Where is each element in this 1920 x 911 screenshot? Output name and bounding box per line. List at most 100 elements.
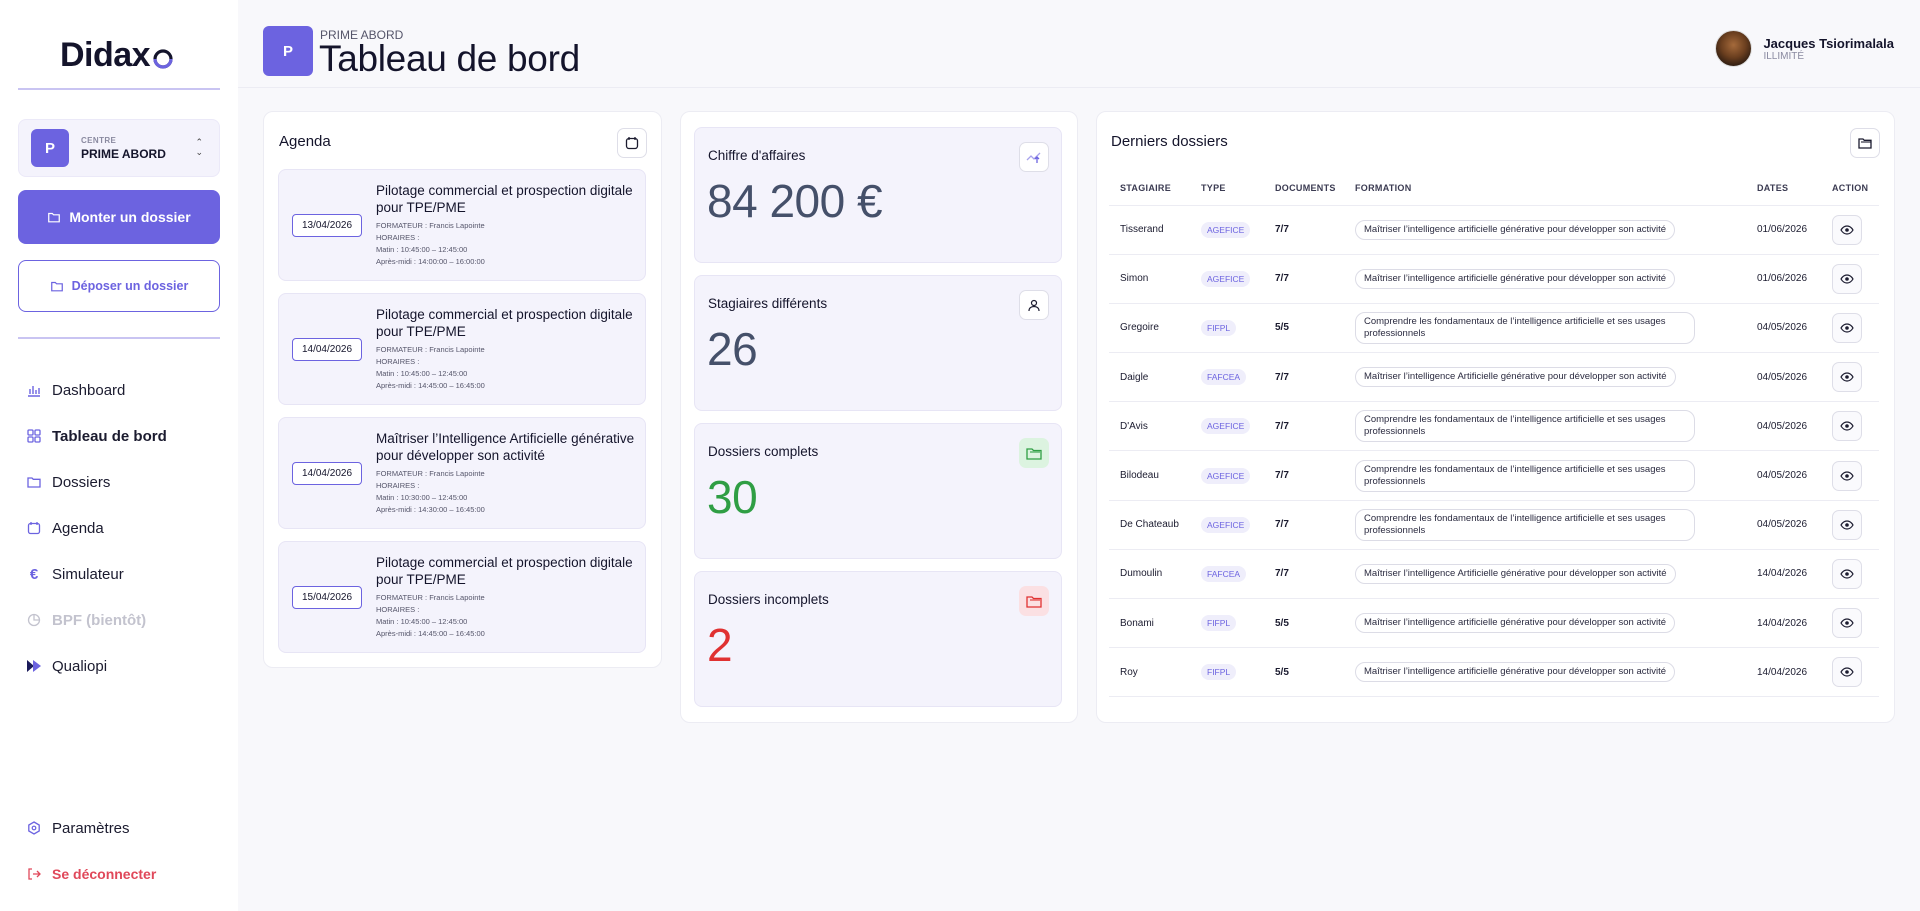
cell-documents: 7/7 [1264,352,1344,403]
agenda-event[interactable]: 15/04/2026 Pilotage commercial et prospe… [278,541,646,653]
type-badge: FIFPL [1201,664,1237,681]
monter-dossier-button[interactable]: Monter un dossier [18,190,220,244]
formation-pill: Maîtriser l’intelligence artificielle gé… [1355,268,1676,289]
folder-icon [26,474,42,490]
column-header[interactable]: DOCUMENTS [1264,172,1344,206]
event-hours-label: HORAIRES : [376,357,420,366]
view-button[interactable] [1832,411,1862,442]
brand-logo[interactable]: Didax [60,36,174,75]
kpi-label: Dossiers complets [708,444,819,459]
user-plan: ILLIMITÉ [1763,50,1805,62]
cell-stagiaire: Roy [1109,647,1190,698]
event-hours-label: HORAIRES : [376,605,420,614]
cell-date: 14/04/2026 [1746,549,1821,600]
view-button[interactable] [1832,362,1862,393]
bar-chart-icon [26,382,42,398]
formation-pill: Comprendre les fondamentaux de l’intelli… [1355,410,1695,443]
view-button[interactable] [1832,509,1862,540]
cell-stagiaire: Simon [1109,254,1190,304]
column-header[interactable]: TYPE [1190,172,1264,206]
view-button[interactable] [1832,460,1862,491]
cell-documents: 7/7 [1264,500,1344,550]
sidebar-item-parametres[interactable]: Paramètres [26,805,156,851]
table-row[interactable]: Simon AGEFICE 7/7 Maîtriser l’intelligen… [1109,254,1879,304]
sidebar-item-dossiers[interactable]: Dossiers [26,459,167,505]
table-row[interactable]: Tisserand AGEFICE 7/7 Maîtriser l’intell… [1109,205,1879,255]
view-button[interactable] [1832,214,1862,245]
view-button[interactable] [1832,558,1862,589]
deposer-dossier-button[interactable]: Déposer un dossier [18,260,220,312]
table-row[interactable]: Gregoire FIFPL 5/5 Comprendre les fondam… [1109,303,1879,354]
kpi-label: Stagiaires différents [708,296,828,311]
event-morning: Matin : 10:45:00 – 12:45:00 [376,369,468,378]
type-badge: AGEFICE [1201,467,1251,484]
sidebar-item-label: Tableau de bord [52,427,167,445]
cell-stagiaire: Dumoulin [1109,549,1190,600]
table-row[interactable]: Dumoulin FAFCEA 7/7 Maîtriser l’intellig… [1109,549,1879,600]
view-button[interactable] [1832,657,1862,688]
column-header[interactable]: FORMATION [1344,172,1746,206]
event-date: 14/04/2026 [292,338,362,361]
dossiers-folder-button[interactable] [1850,128,1880,158]
event-title: Maîtriser l’Intelligence Artificielle gé… [376,431,635,463]
logout-button[interactable]: Se déconnecter [26,851,156,897]
user-menu[interactable]: Jacques Tsiorimalala ILLIMITÉ [1715,30,1894,67]
cell-stagiaire: Tisserand [1109,205,1190,255]
event-date: 15/04/2026 [292,586,362,609]
sidebar-item-qualiopi[interactable]: Qualiopi [26,643,167,689]
formation-pill: Maîtriser l’intelligence Artificielle gé… [1355,563,1676,584]
cell-stagiaire: D'Avis [1109,401,1190,452]
type-badge: AGEFICE [1201,221,1251,238]
sidebar-item-label: Paramètres [52,819,130,837]
cell-documents: 7/7 [1264,254,1344,304]
folder-upload-icon [48,212,61,223]
event-morning: Matin : 10:30:00 – 12:45:00 [376,493,468,502]
trend-up-icon [1019,142,1049,172]
event-title: Pilotage commercial et prospection digit… [376,183,633,215]
table-row[interactable]: De Chateaub AGEFICE 7/7 Comprendre les f… [1109,500,1879,550]
header-avatar: P [263,26,313,76]
folder-check-icon [1019,438,1049,468]
agenda-panel: Agenda 13/04/2026 Pilotage commercial et… [263,111,662,668]
type-badge: AGEFICE [1201,270,1251,287]
sidebar-item-tableau-de-bord[interactable]: Tableau de bord [26,413,167,459]
calendar-icon [625,137,639,150]
table-row[interactable]: Roy FIFPL 5/5 Maîtriser l’intelligence a… [1109,647,1879,698]
eye-icon [1840,224,1854,235]
page-header: P PRIME ABORD Tableau de bord Jacques Ts… [238,0,1920,88]
sidebar-bottom-nav: Paramètres Se déconnecter [26,805,156,897]
cell-date: 14/04/2026 [1746,598,1821,649]
sidebar-item-simulateur[interactable]: € Simulateur [26,551,167,597]
centre-selector[interactable]: P CENTRE PRIME ABORD ⌃ ⌄ [18,119,220,177]
table-row[interactable]: Bilodeau AGEFICE 7/7 Comprendre les fond… [1109,450,1879,501]
sidebar-item-dashboard[interactable]: Dashboard [26,367,167,413]
column-header[interactable]: STAGIAIRE [1109,172,1190,206]
cell-date: 04/05/2026 [1746,500,1821,550]
agenda-event[interactable]: 14/04/2026 Pilotage commercial et prospe… [278,293,646,405]
folder-alert-icon [1019,586,1049,616]
cell-documents: 5/5 [1264,598,1344,649]
cell-date: 01/06/2026 [1746,205,1821,255]
sidebar-item-agenda[interactable]: Agenda [26,505,167,551]
column-header: ACTION [1821,172,1879,206]
table-header-row: STAGIAIRE TYPE DOCUMENTS FORMATION DATES… [1109,172,1879,206]
agenda-event[interactable]: 13/04/2026 Pilotage commercial et prospe… [278,169,646,281]
view-button[interactable] [1832,608,1862,639]
cell-date: 04/05/2026 [1746,401,1821,452]
eye-icon [1840,372,1854,382]
cell-date: 14/04/2026 [1746,647,1821,698]
view-button[interactable] [1832,263,1862,294]
view-button[interactable] [1832,312,1862,343]
table-row[interactable]: D'Avis AGEFICE 7/7 Comprendre les fondam… [1109,401,1879,452]
table-row[interactable]: Bonami FIFPL 5/5 Maîtriser l’intelligenc… [1109,598,1879,649]
agenda-calendar-button[interactable] [617,128,647,158]
table-row[interactable]: Daigle FAFCEA 7/7 Maîtriser l’intelligen… [1109,352,1879,403]
cell-stagiaire: Bonami [1109,598,1190,649]
sidebar-divider [18,337,220,339]
column-header[interactable]: DATES [1746,172,1821,206]
sidebar: Didax P CENTRE PRIME ABORD ⌃ ⌄ Monter un … [0,0,238,911]
event-trainer: FORMATEUR : Francis Lapointe [376,469,485,478]
qualiopi-icon [26,658,42,674]
kpi-card-dossiers-complets: Dossiers complets 30 [694,423,1062,559]
agenda-event[interactable]: 14/04/2026 Maîtriser l’Intelligence Arti… [278,417,646,529]
